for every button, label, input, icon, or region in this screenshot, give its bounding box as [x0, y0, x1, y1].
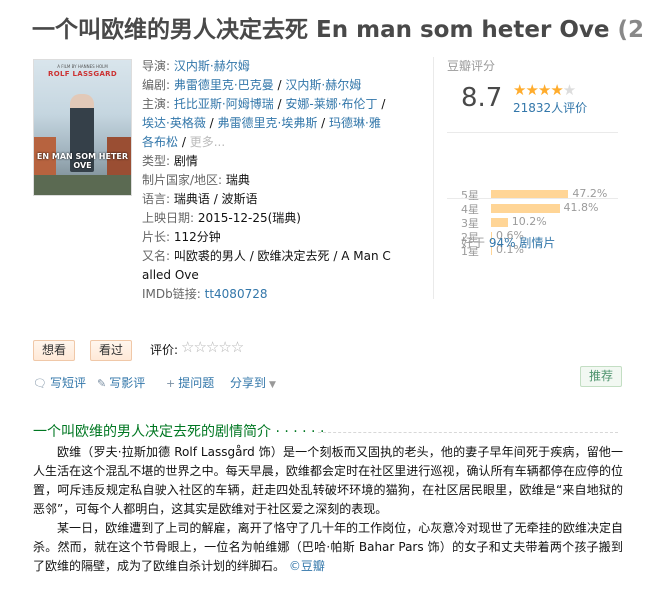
- summary-paragraph-text: 某一日，欧维遭到了上司的解雇，离开了恪守了几十年的工作岗位，心灰意冷对现世了无牵…: [33, 521, 623, 573]
- writer-label: 编剧:: [142, 78, 171, 92]
- rating-better-than: 好于 94% 剧情片: [461, 234, 555, 251]
- director-label: 导演:: [142, 59, 171, 73]
- rating-panel: 豆瓣评分 8.7 ★★★★★ 21832人评价 5星 47.2% 4星 41.8% 3星…: [447, 57, 618, 258]
- rating-dist-row: 3星 10.2%: [461, 215, 621, 230]
- rate-label: 评价:: [150, 343, 179, 357]
- rate-stars-input[interactable]: ☆☆☆☆☆: [181, 338, 244, 356]
- share-dropdown[interactable]: 分享到 ▼: [230, 374, 276, 391]
- poster-film-title: EN MAN SOM HETER OVE: [36, 152, 129, 170]
- write-short-review-link[interactable]: 🗨 写短评: [33, 374, 86, 391]
- ask-question-link[interactable]: + 提问题: [166, 374, 214, 391]
- country-label: 制片国家/地区:: [142, 173, 223, 187]
- director-link[interactable]: 汉内斯·赫尔姆: [174, 59, 250, 73]
- action-links: 🗨 写短评 ✎ 写影评 + 提问题 分享到 ▼: [33, 373, 623, 393]
- rating-half-star: ★: [562, 81, 576, 99]
- movie-poster[interactable]: A FILM BY HANNES HOLM ROLF LASSGARD EN M…: [33, 59, 132, 196]
- summary-body: 欧维（罗夫·拉斯加德 Rolf Lassgård 饰）是一个刻板而又固执的老头，…: [33, 443, 623, 576]
- write-review-label: 写影评: [109, 376, 146, 390]
- cast-link[interactable]: 埃达·英格薇: [142, 116, 206, 130]
- info-divider: [433, 57, 434, 299]
- chevron-down-icon: ▼: [269, 380, 276, 390]
- summary-paragraph: 欧维（罗夫·拉斯加德 Rolf Lassgård 饰）是一个刻板而又固执的老头，…: [33, 445, 623, 516]
- want-to-watch-button[interactable]: 想看: [33, 340, 76, 361]
- genre-label: 类型:: [142, 154, 171, 168]
- rating-score: 8.7: [461, 83, 503, 113]
- summary-divider: [318, 432, 618, 433]
- write-short-review-label: 写短评: [49, 376, 86, 390]
- rating-divider: [447, 132, 618, 133]
- runtime-label: 片长:: [142, 230, 171, 244]
- watched-button[interactable]: 看过: [90, 340, 133, 361]
- rating-dist-bar: [491, 218, 508, 227]
- rating-label: 豆瓣评分: [447, 59, 496, 73]
- cast-link[interactable]: 安娜-莱娜·布伦丁: [285, 97, 377, 111]
- rating-votes-link[interactable]: 21832人评价: [513, 99, 587, 116]
- rating-full-stars: ★★★★: [513, 81, 564, 99]
- share-label: 分享到: [230, 376, 267, 390]
- write-review-link[interactable]: ✎ 写影评: [97, 374, 145, 391]
- movie-year: (2: [617, 17, 645, 43]
- release-label: 上映日期:: [142, 211, 195, 225]
- imdb-label: IMDb链接:: [142, 287, 201, 301]
- summary-heading: 一个叫欧维的男人决定去死的剧情简介 · · · · · ·: [33, 421, 324, 441]
- cast-link[interactable]: 弗雷德里克·埃弗斯: [218, 116, 318, 130]
- release-value: 2015-12-25(瑞典): [197, 211, 301, 225]
- better-prefix: 好于: [461, 236, 486, 250]
- aka-value: 叫欧裘的男人 / 欧维决定去死 / A Man Called Ove: [142, 249, 391, 282]
- plus-icon: +: [166, 377, 176, 390]
- ask-question-label: 提问题: [178, 376, 215, 390]
- page-title: 一个叫欧维的男人决定去死 En man som heter Ove (2: [32, 10, 645, 44]
- source-link[interactable]: ©豆瓣: [289, 559, 325, 573]
- writer-link[interactable]: 弗雷德里克·巴克曼: [174, 78, 274, 92]
- country-value: 瑞典: [225, 173, 250, 187]
- rating-divider: [447, 198, 618, 199]
- runtime-value: 112分钟: [173, 230, 221, 244]
- summary-paragraph: 某一日，欧维遭到了上司的解雇，离开了恪守了几十年的工作岗位，心灰意冷对现世了无牵…: [33, 519, 623, 576]
- writer-link[interactable]: 汉内斯·赫尔姆: [285, 78, 361, 92]
- rating-dist-pct: 10.2%: [511, 215, 547, 228]
- rating-stars: ★★★★★: [513, 81, 576, 99]
- pencil-icon: ✎: [97, 377, 107, 390]
- language-value: 瑞典语 / 波斯语: [173, 192, 258, 206]
- comment-icon: 🗨: [33, 377, 47, 390]
- cast-link[interactable]: 托比亚斯·阿姆博瑞: [174, 97, 274, 111]
- language-label: 语言:: [142, 192, 171, 206]
- genre-value: 剧情: [173, 154, 198, 168]
- aka-label: 又名:: [142, 249, 171, 263]
- rating-dist-row: 4星 41.8%: [461, 201, 621, 216]
- movie-info: 导演: 汉内斯·赫尔姆 编剧: 弗雷德里克·巴克曼 / 汉内斯·赫尔姆 主演: …: [142, 59, 391, 301]
- poster-ground: [34, 175, 131, 195]
- more-cast-link[interactable]: 更多...: [190, 135, 225, 149]
- rating-dist-pct: 41.8%: [563, 201, 599, 214]
- better-link[interactable]: 94% 剧情片: [489, 236, 556, 250]
- recommend-button[interactable]: 推荐: [580, 366, 622, 387]
- summary-title: 一个叫欧维的男人决定去死的剧情简介: [33, 424, 271, 440]
- poster-top-text: A FILM BY HANNES HOLM: [57, 64, 108, 69]
- rating-dist-bar: [491, 204, 560, 213]
- poster-actor-name: ROLF LASSGARD: [48, 70, 117, 78]
- cast-label: 主演:: [142, 97, 171, 111]
- movie-title: 一个叫欧维的男人决定去死 En man som heter Ove: [32, 17, 610, 43]
- imdb-link[interactable]: tt4080728: [205, 287, 268, 301]
